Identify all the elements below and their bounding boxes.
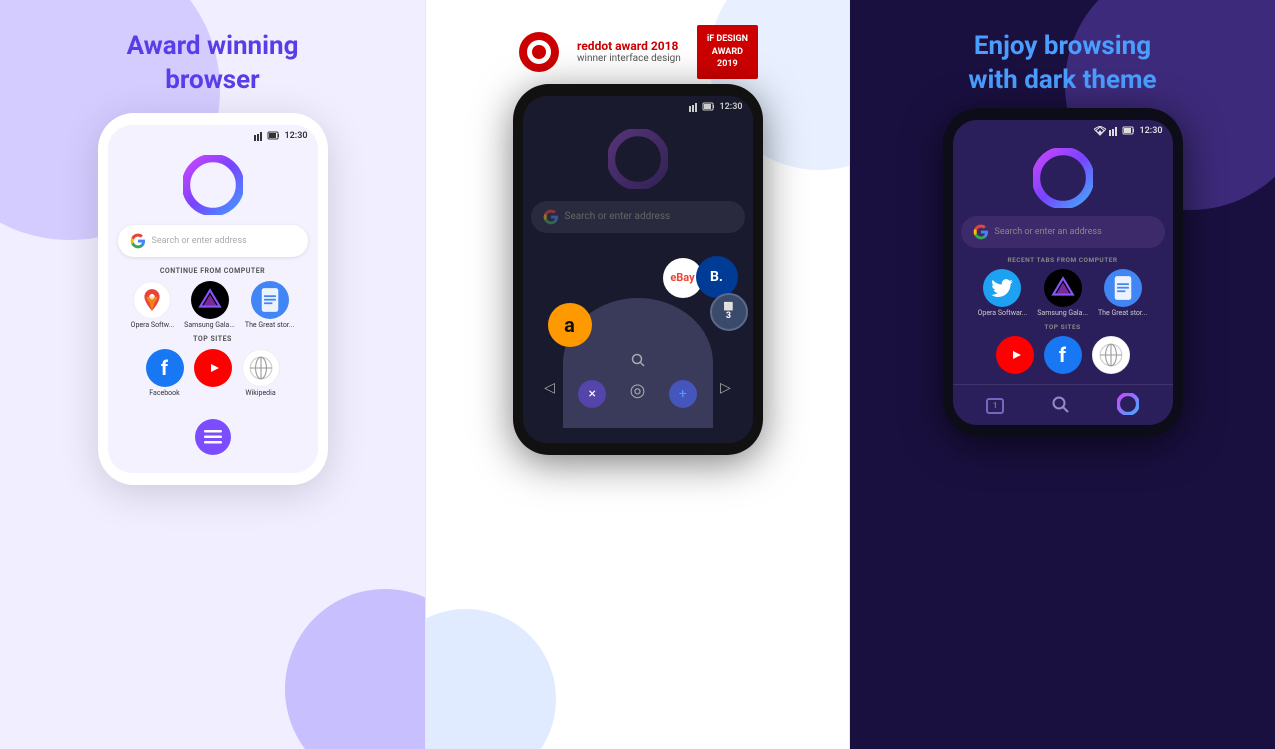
if-award: iF DESIGN AWARD 2019	[697, 25, 758, 79]
apps-row2-right: f	[953, 336, 1173, 376]
phone-mockup-center: 12:30	[513, 84, 763, 455]
time-right: 12:30	[1139, 126, 1162, 136]
status-bar-right: 12:30	[953, 120, 1173, 138]
phone-mockup-right: 12:30	[943, 108, 1183, 437]
status-bar-center: 12:30	[523, 96, 753, 114]
section-label-recent: RECENT TABS FROM COMPUTER	[953, 256, 1173, 264]
search-bar-left[interactable]: Search or enter address	[118, 225, 308, 257]
app-label-docs: The Great stor...	[245, 321, 294, 329]
time-left: 12:30	[284, 131, 307, 141]
apps-row2-left: f Facebook	[108, 349, 318, 397]
app-label-samsung-right: Samsung Gala...	[1037, 309, 1088, 317]
app-label-wiki: Wikipedia	[245, 389, 275, 397]
app-label-twitter: Opera Softwar...	[978, 309, 1028, 317]
left-panel-title: Award winning browser	[127, 30, 299, 98]
nav-search[interactable]	[1051, 395, 1069, 417]
app-label-docs-right: The Great stor...	[1098, 309, 1147, 317]
apps-row1-left: Opera Softw... Samsung Gala...	[108, 281, 318, 329]
reddot-label: reddot award 2018	[577, 39, 681, 53]
speed-dial-search[interactable]	[622, 344, 654, 376]
status-bar-left: 12:30	[108, 125, 318, 143]
right-panel: Enjoy browsing with dark theme 12:30	[850, 0, 1275, 749]
speed-dial-area: eBay B. a ⬜3	[523, 248, 753, 428]
search-bar-center[interactable]: Search or enter address	[531, 201, 745, 233]
speed-dial-nav: ◁ × ◎ + ▷	[523, 380, 753, 408]
left-panel: Award winning browser 12:30	[0, 0, 425, 749]
bottom-nav-right: 1	[953, 384, 1173, 425]
nav-opera[interactable]	[1117, 393, 1139, 419]
section-label-topsites: TOP SITES	[108, 335, 318, 343]
main-container: Award winning browser 12:30	[0, 0, 1275, 749]
opera-logo-center	[523, 129, 753, 189]
reddot-icon	[517, 27, 561, 77]
search-placeholder-right: Search or enter an address	[995, 227, 1102, 237]
hamburger-btn[interactable]	[195, 419, 231, 455]
app-label-samsung: Samsung Gala...	[184, 321, 235, 329]
time-center: 12:30	[719, 102, 742, 112]
search-placeholder-left: Search or enter address	[152, 236, 247, 246]
app-label-fb: Facebook	[149, 389, 179, 397]
center-panel: reddot award 2018 winner interface desig…	[425, 0, 850, 749]
section-label-topsites-right: TOP SITES	[953, 323, 1173, 331]
nav-tabs[interactable]: 1	[986, 398, 1004, 414]
section-label-continue: CONTINUE FROM COMPUTER	[108, 267, 318, 275]
search-placeholder-center: Search or enter address	[565, 211, 671, 222]
awards-section: reddot award 2018 winner interface desig…	[517, 25, 758, 79]
right-panel-title: Enjoy browsing with dark theme	[968, 30, 1156, 98]
opera-logo-right	[953, 148, 1173, 208]
reddot-sublabel: winner interface design	[577, 53, 681, 64]
search-bar-right[interactable]: Search or enter an address	[961, 216, 1165, 248]
app-label-maps: Opera Softw...	[131, 321, 174, 329]
apps-row1-right: Opera Softwar... Samsung Gala...	[953, 269, 1173, 317]
phone-mockup-left: 12:30	[98, 113, 328, 485]
opera-logo-left	[108, 155, 318, 215]
